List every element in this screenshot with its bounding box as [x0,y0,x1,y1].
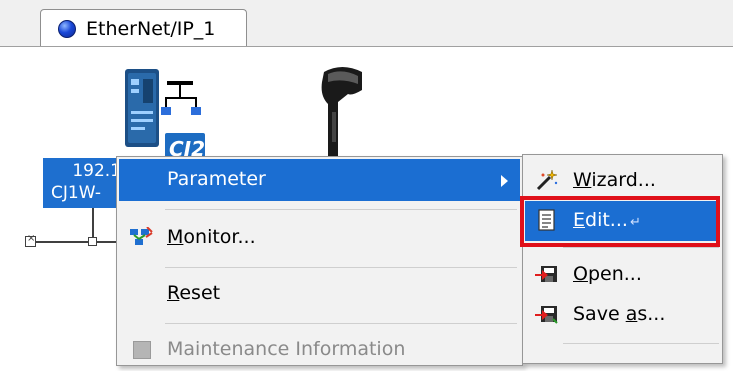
barcode-scanner-icon[interactable] [318,64,366,166]
submenu-item-label: Save as... [573,303,666,325]
submenu-item-label: Open... [573,263,642,285]
wizard-wand-icon [536,169,558,191]
submenu-separator [563,247,719,248]
menu-item-maintenance-information[interactable]: Maintenance Information [119,329,520,371]
monitor-icon [130,227,153,245]
menu-item-label: Monitor... [167,226,256,248]
open-file-icon [535,266,557,282]
menu-item-parameter[interactable]: Parameter [119,159,520,201]
parameter-submenu: Wizard... Edit... ↵ Open... Save as... [522,154,723,364]
node-ip-text: 192.1 [72,161,121,181]
submenu-item-label: Wizard... [573,169,656,191]
menu-item-reset[interactable]: Reset [119,273,520,315]
tab-ethernet-ip-1[interactable]: EtherNet/IP_1 [40,9,247,47]
network-bus-line [35,241,120,243]
submenu-item-save-as[interactable]: Save as... [525,295,720,335]
menu-separator [165,323,517,324]
checkbox-icon [133,341,151,359]
menu-separator [165,267,517,268]
save-as-icon [535,306,558,324]
bus-node-connector [88,237,97,246]
menu-item-label: Reset [167,282,221,304]
menu-item-label: Maintenance Information [167,338,406,360]
tab-label: EtherNet/IP_1 [86,18,216,40]
submenu-item-open[interactable]: Open... [525,255,720,295]
edit-highlight-outline [520,196,720,247]
network-globe-icon [58,20,76,38]
menu-item-label: Parameter [167,168,266,190]
menu-item-monitor[interactable]: Monitor... [119,217,520,259]
submenu-separator [563,343,719,344]
device-node-label[interactable]: 192.1 CJ1W- [43,158,123,208]
context-menu: Parameter Monitor... Reset Maintenance I… [116,156,523,366]
node-model-text: CJ1W- [51,183,101,203]
tab-strip: EtherNet/IP_1 [0,0,733,47]
submenu-arrow-icon [501,175,508,187]
submenu-item-wizard[interactable]: Wizard... [525,161,720,201]
plc-device-icon[interactable]: CJ2 [121,67,211,167]
menu-separator [165,209,517,210]
